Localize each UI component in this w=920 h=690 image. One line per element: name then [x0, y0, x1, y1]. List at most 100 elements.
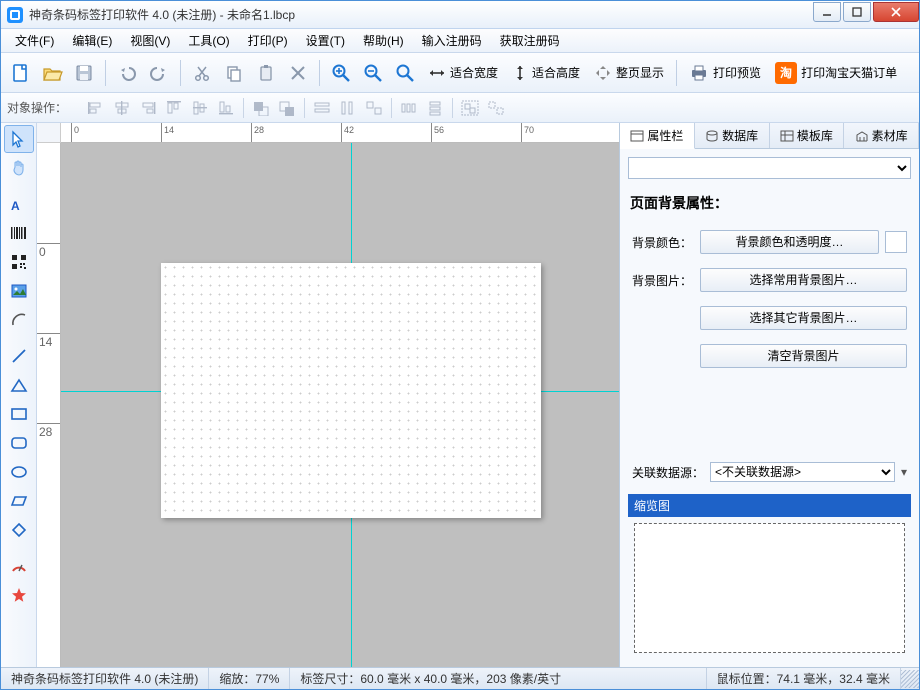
menu-file[interactable]: 文件(F) — [7, 29, 62, 52]
status-size: 标签尺寸：60.0 毫米 x 40.0 毫米，203 像素/英寸 — [290, 668, 706, 689]
ruler-vertical[interactable]: 0 14 28 — [37, 143, 61, 667]
right-panel: 属性栏 数据库 模板库 素材库 页面背景属性： 背景颜色： 背景颜色和透明度… … — [619, 123, 919, 667]
rectangle-tool[interactable] — [4, 400, 34, 428]
window-title: 神奇条码标签打印软件 4.0 (未注册) - 未命名1.lbcp — [29, 6, 811, 23]
tab-templates[interactable]: 模板库 — [770, 123, 845, 148]
pan-tool[interactable] — [4, 154, 34, 182]
distribute-v-icon[interactable] — [424, 97, 446, 119]
same-width-icon[interactable] — [311, 97, 333, 119]
ungroup-icon[interactable] — [485, 97, 507, 119]
image-tool[interactable] — [4, 277, 34, 305]
gauge-tool[interactable] — [4, 552, 34, 580]
svg-text:A: A — [11, 199, 20, 213]
print-preview-button[interactable]: 打印预览 — [683, 58, 767, 88]
tab-database[interactable]: 数据库 — [695, 123, 770, 148]
taobao-icon: 淘 — [775, 62, 797, 84]
canvas[interactable] — [61, 143, 619, 667]
fit-height-button[interactable]: 适合高度 — [506, 58, 586, 88]
star-tool[interactable] — [4, 581, 34, 609]
app-icon — [7, 7, 23, 23]
menu-settings[interactable]: 设置(T) — [298, 29, 353, 52]
datasource-dropdown-icon[interactable]: ▾ — [901, 465, 907, 479]
minimize-button[interactable] — [813, 2, 841, 22]
new-button[interactable] — [5, 58, 35, 88]
send-to-back-icon[interactable] — [276, 97, 298, 119]
group-icon[interactable] — [459, 97, 481, 119]
main-toolbar: 适合宽度 适合高度 整页显示 打印预览 淘打印淘宝天猫订单 — [1, 53, 919, 93]
text-tool[interactable]: A — [4, 190, 34, 218]
bg-color-label: 背景颜色： — [632, 234, 694, 251]
cut-button[interactable] — [187, 58, 217, 88]
select-other-bg-button[interactable]: 选择其它背景图片… — [700, 306, 907, 330]
datasource-select[interactable]: <不关联数据源> — [710, 462, 895, 482]
zoom-in-button[interactable] — [326, 58, 356, 88]
copy-button[interactable] — [219, 58, 249, 88]
align-right-icon[interactable] — [137, 97, 159, 119]
full-page-button[interactable]: 整页显示 — [588, 58, 670, 88]
thumbnail-box — [634, 523, 905, 653]
status-bar: 神奇条码标签打印软件 4.0 (未注册) 缩放：77% 标签尺寸：60.0 毫米… — [1, 667, 919, 689]
left-toolbox: A — [1, 123, 37, 667]
barcode-tool[interactable] — [4, 219, 34, 247]
menu-view[interactable]: 视图(V) — [122, 29, 178, 52]
paste-button[interactable] — [251, 58, 281, 88]
status-app: 神奇条码标签打印软件 4.0 (未注册) — [1, 668, 209, 689]
bg-color-button[interactable]: 背景颜色和透明度… — [700, 230, 879, 254]
workspace: 0 14 28 42 56 70 0 14 28 — [37, 123, 619, 667]
ellipse-tool[interactable] — [4, 458, 34, 486]
menu-enter-regcode[interactable]: 输入注册码 — [414, 29, 490, 52]
clear-bg-button[interactable]: 清空背景图片 — [700, 344, 907, 368]
distribute-h-icon[interactable] — [398, 97, 420, 119]
tab-properties[interactable]: 属性栏 — [620, 123, 695, 149]
ruler-corner — [37, 123, 61, 143]
same-height-icon[interactable] — [337, 97, 359, 119]
datasource-label: 关联数据源： — [632, 464, 704, 481]
select-tool[interactable] — [4, 125, 34, 153]
fit-width-button[interactable]: 适合宽度 — [422, 58, 504, 88]
zoom-out-button[interactable] — [358, 58, 388, 88]
label-page[interactable] — [161, 263, 541, 518]
line-tool[interactable] — [4, 342, 34, 370]
resize-grip[interactable] — [901, 670, 919, 688]
diamond-tool[interactable] — [4, 516, 34, 544]
print-taobao-button[interactable]: 淘打印淘宝天猫订单 — [769, 58, 903, 88]
qrcode-tool[interactable] — [4, 248, 34, 276]
select-common-bg-button[interactable]: 选择常用背景图片… — [700, 268, 907, 292]
bg-color-swatch[interactable] — [885, 231, 907, 253]
ruler-horizontal[interactable]: 0 14 28 42 56 70 — [61, 123, 619, 143]
ops-label: 对象操作： — [7, 99, 67, 116]
status-zoom: 缩放：77% — [209, 668, 290, 689]
object-select[interactable] — [628, 157, 911, 179]
menu-help[interactable]: 帮助(H) — [355, 29, 412, 52]
align-hcenter-icon[interactable] — [111, 97, 133, 119]
arc-tool[interactable] — [4, 306, 34, 334]
delete-button[interactable] — [283, 58, 313, 88]
bring-to-front-icon[interactable] — [250, 97, 272, 119]
undo-button[interactable] — [112, 58, 142, 88]
save-button[interactable] — [69, 58, 99, 88]
redo-button[interactable] — [144, 58, 174, 88]
status-mouse-pos: 鼠标位置：74.1 毫米，32.4 毫米 — [707, 668, 901, 689]
open-button[interactable] — [37, 58, 67, 88]
parallelogram-tool[interactable] — [4, 487, 34, 515]
thumbnail-header: 缩览图 — [628, 494, 911, 517]
menu-tools[interactable]: 工具(O) — [180, 29, 237, 52]
align-top-icon[interactable] — [163, 97, 185, 119]
menu-print[interactable]: 打印(P) — [240, 29, 296, 52]
menu-bar: 文件(F) 编辑(E) 视图(V) 工具(O) 打印(P) 设置(T) 帮助(H… — [1, 29, 919, 53]
menu-edit[interactable]: 编辑(E) — [64, 29, 120, 52]
zoom-region-button[interactable] — [390, 58, 420, 88]
page-bg-section-title: 页面背景属性： — [628, 187, 911, 219]
close-button[interactable] — [873, 2, 919, 22]
same-size-icon[interactable] — [363, 97, 385, 119]
roundrect-tool[interactable] — [4, 429, 34, 457]
triangle-tool[interactable] — [4, 371, 34, 399]
align-vcenter-icon[interactable] — [189, 97, 211, 119]
menu-get-regcode[interactable]: 获取注册码 — [492, 29, 568, 52]
tab-assets[interactable]: 素材库 — [844, 123, 919, 148]
title-bar: 神奇条码标签打印软件 4.0 (未注册) - 未命名1.lbcp — [1, 1, 919, 29]
align-left-icon[interactable] — [85, 97, 107, 119]
bg-image-label: 背景图片： — [632, 272, 694, 289]
maximize-button[interactable] — [843, 2, 871, 22]
align-bottom-icon[interactable] — [215, 97, 237, 119]
